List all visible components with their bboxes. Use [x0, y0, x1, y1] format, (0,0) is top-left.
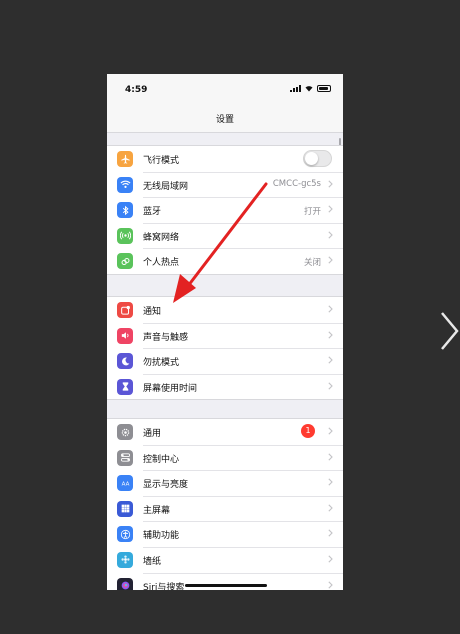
- chevron-right-icon: [328, 427, 333, 435]
- settings-row-label: Siri与搜索: [143, 582, 185, 590]
- signal-icon: [290, 85, 301, 92]
- settings-row-0-4[interactable]: 个人热点 关闭: [107, 248, 343, 274]
- accessibility-icon: [117, 526, 133, 543]
- status-bar: 4:59: [107, 74, 343, 104]
- settings-row-value: 打开: [303, 206, 321, 217]
- page-title: 设置: [215, 115, 234, 125]
- navigation-bar: 设置: [107, 104, 343, 133]
- settings-row-0-3[interactable]: 蜂窝网络: [107, 222, 343, 249]
- notifications-icon: [117, 302, 133, 318]
- settings-row-1-1[interactable]: 声音与触感: [107, 322, 343, 349]
- bluetooth-icon: [117, 202, 133, 219]
- chevron-right-icon: [328, 205, 333, 213]
- settings-row-label: 辅助功能: [143, 531, 180, 542]
- settings-group-3: 通用 1 控制中心 AA 显示与亮度主屏幕辅助功能墙纸 Siri与搜索: [107, 418, 343, 590]
- display-icon: AA: [117, 475, 133, 492]
- settings-row-2-1[interactable]: 控制中心: [107, 444, 343, 471]
- home-screen-icon: [117, 500, 133, 517]
- settings-row-label: 蜂窝网络: [143, 232, 180, 243]
- chevron-right-icon: [328, 331, 333, 339]
- screen-stage: 4:59 设置 飞行模式无线局域网 CMCC-gc5s 蓝牙 打开蜂窝网络个人热点 关闭…: [0, 0, 460, 634]
- chevron-right-icon: [328, 356, 333, 364]
- settings-row-0-1[interactable]: 无线局域网 CMCC-gc5s: [107, 171, 343, 198]
- settings-row-2-3[interactable]: 主屏幕: [107, 495, 343, 522]
- settings-row-label: 通知: [143, 307, 162, 317]
- status-icons: [290, 85, 331, 92]
- settings-row-1-0[interactable]: 通知: [107, 297, 343, 323]
- chevron-right-icon: [328, 478, 333, 486]
- hotspot-icon: [117, 253, 133, 270]
- chevron-right-icon: [328, 256, 333, 264]
- settings-row-label: 个人热点: [143, 258, 180, 269]
- settings-row-1-3[interactable]: 屏幕使用时间: [107, 373, 343, 400]
- settings-row-label: 控制中心: [143, 454, 180, 465]
- phone-screen: 4:59 设置 飞行模式无线局域网 CMCC-gc5s 蓝牙 打开蜂窝网络个人热点 关闭…: [107, 74, 343, 590]
- settings-row-label: 声音与触感: [143, 332, 189, 343]
- wallpaper-icon: [117, 551, 133, 568]
- airplane-icon: [117, 151, 133, 167]
- settings-group-1: 飞行模式无线局域网 CMCC-gc5s 蓝牙 打开蜂窝网络个人热点 关闭: [107, 145, 343, 275]
- settings-group-2: 通知声音与触感勿扰模式屏幕使用时间: [107, 296, 343, 401]
- settings-row-2-6[interactable]: Siri与搜索: [107, 572, 343, 590]
- settings-row-1-2[interactable]: 勿扰模式: [107, 348, 343, 374]
- settings-row-label: 蓝牙: [143, 207, 162, 218]
- settings-row-label: 显示与亮度: [143, 480, 189, 491]
- settings-row-0-2[interactable]: 蓝牙 打开: [107, 197, 343, 223]
- chevron-right-icon: [328, 529, 333, 537]
- chevron-right-icon: [328, 504, 333, 512]
- chevron-right-icon: [328, 453, 333, 461]
- chevron-right-icon: [328, 382, 333, 390]
- settings-row-label: 飞行模式: [143, 156, 180, 166]
- svg-text:AA: AA: [121, 481, 129, 487]
- settings-row-value: 关闭: [303, 257, 321, 268]
- settings-row-2-4[interactable]: 辅助功能: [107, 521, 343, 547]
- wifi-status-icon: [305, 86, 313, 92]
- settings-row-label: 主屏幕: [143, 505, 171, 516]
- settings-row-label: 屏幕使用时间: [143, 383, 198, 394]
- status-time: 4:59: [125, 85, 148, 95]
- settings-row-value: CMCC-gc5s: [272, 179, 321, 190]
- sound-icon: [117, 327, 133, 344]
- settings-row-2-5[interactable]: 墙纸: [107, 546, 343, 573]
- control-center-icon: [117, 449, 133, 466]
- settings-row-2-2[interactable]: AA 显示与亮度: [107, 470, 343, 496]
- chevron-right-icon: [328, 305, 333, 313]
- settings-row-label: 勿扰模式: [143, 358, 180, 369]
- hourglass-icon: [117, 378, 133, 395]
- next-page-chevron-icon[interactable]: [438, 310, 460, 352]
- home-indicator[interactable]: [185, 584, 267, 587]
- chevron-right-icon: [328, 580, 333, 589]
- settings-row-2-0[interactable]: 通用 1: [107, 419, 343, 445]
- notification-badge: 1: [301, 424, 315, 438]
- chevron-right-icon: [328, 555, 333, 563]
- wifi-icon: [117, 176, 133, 193]
- chevron-right-icon: [328, 180, 333, 188]
- settings-row-0-0[interactable]: 飞行模式: [107, 146, 343, 172]
- cellular-icon: [117, 227, 133, 244]
- moon-icon: [117, 353, 133, 370]
- settings-row-label: 墙纸: [143, 556, 162, 567]
- battery-icon: [317, 85, 331, 92]
- settings-row-label: 无线局域网: [143, 181, 189, 192]
- airplane-mode-toggle[interactable]: [303, 150, 332, 167]
- settings-row-label: 通用: [143, 429, 162, 439]
- chevron-right-icon: [328, 231, 333, 239]
- siri-icon: [117, 577, 133, 590]
- gear-icon: [117, 424, 133, 440]
